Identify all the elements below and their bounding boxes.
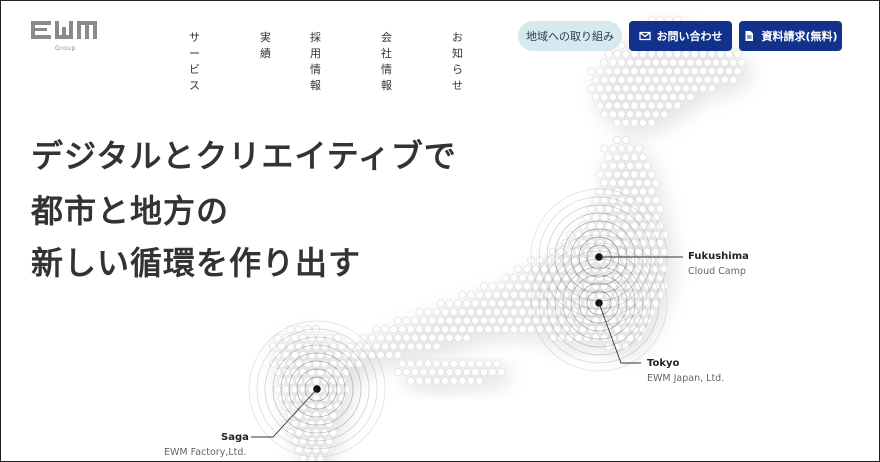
nav-item-recruit[interactable]: 採用情報: [310, 29, 321, 93]
document-icon: [745, 31, 754, 41]
location-fukushima-name: Fukushima: [688, 251, 749, 262]
location-saga-name: Saga: [221, 432, 249, 443]
nav-item-company[interactable]: 会社情報: [381, 29, 392, 93]
hero-heading-line-2: 都市と地方の: [31, 192, 230, 230]
nav-item-works[interactable]: 実績: [260, 29, 271, 61]
mail-icon: [638, 31, 651, 41]
page-frame: Group サービス 実績 採用情報 会社情報 お知らせ 地域への取り組み お問…: [0, 0, 880, 462]
location-tokyo-name: Tokyo: [647, 358, 680, 369]
location-tokyo-company: EWM Japan, Ltd.: [647, 373, 725, 384]
location-fukushima-company: Cloud Camp: [688, 266, 746, 277]
nav-item-services[interactable]: サービス: [189, 29, 200, 93]
contact-label: お問い合わせ: [656, 30, 723, 43]
location-saga-company: EWM Factory,Ltd.: [164, 447, 247, 458]
contact-button[interactable]: お問い合わせ: [629, 21, 732, 51]
logo-subtitle: Group: [55, 45, 76, 52]
request-docs-label: 資料請求(無料): [761, 30, 838, 43]
region-initiatives-button[interactable]: 地域への取り組み: [518, 21, 622, 51]
nav-item-news[interactable]: お知らせ: [452, 29, 463, 93]
hero-heading-line-1: デジタルとクリエイティブで: [31, 137, 457, 175]
request-docs-button[interactable]: 資料請求(無料): [739, 21, 842, 51]
hero-heading-line-3: 新しい循環を作り出す: [31, 244, 362, 282]
region-initiatives-label: 地域への取り組み: [526, 30, 614, 43]
